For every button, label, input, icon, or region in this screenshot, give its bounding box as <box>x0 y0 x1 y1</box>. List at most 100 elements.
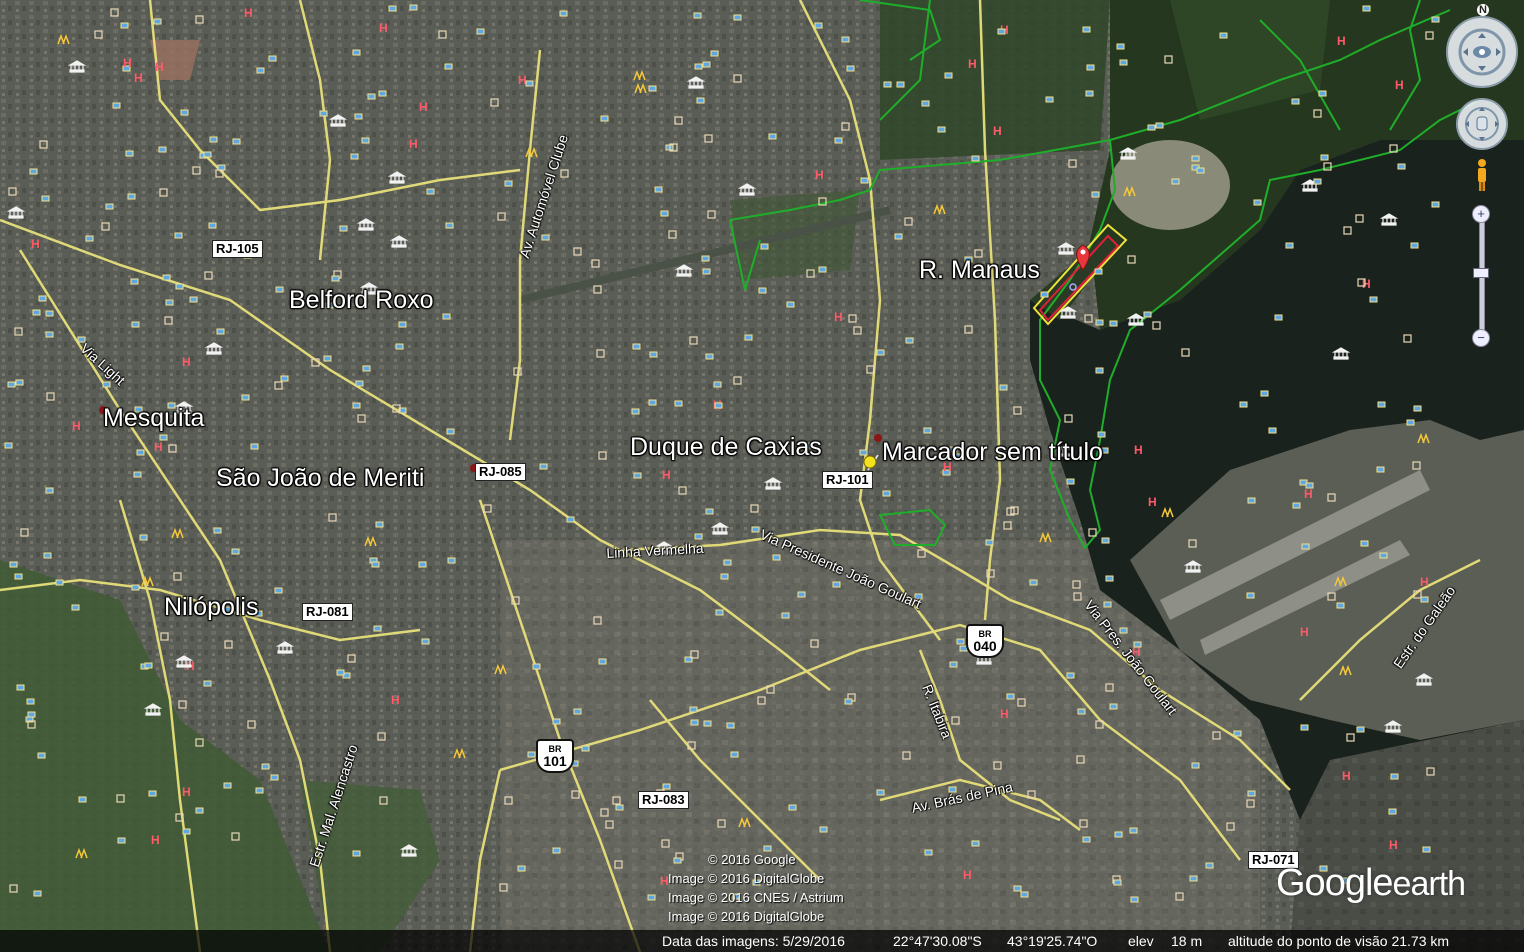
place-poi-icon[interactable] <box>231 832 240 841</box>
photo-poi-icon[interactable] <box>1369 296 1378 303</box>
photo-poi-icon[interactable] <box>694 63 703 70</box>
photo-poi-icon[interactable] <box>1013 885 1022 892</box>
photo-poi-icon[interactable] <box>223 782 232 789</box>
place-poi-icon[interactable] <box>964 325 973 334</box>
photo-poi-icon[interactable] <box>71 604 80 611</box>
place-poi-icon[interactable] <box>951 716 960 725</box>
photo-poi-icon[interactable] <box>814 22 823 29</box>
hospital-poi-icon[interactable]: H <box>1304 487 1313 501</box>
place-poi-icon[interactable] <box>560 169 569 178</box>
photo-poi-icon[interactable] <box>696 97 705 104</box>
photo-poi-icon[interactable] <box>1291 98 1300 105</box>
photo-poi-icon[interactable] <box>648 85 657 92</box>
lodging-poi-icon[interactable] <box>75 847 88 859</box>
photo-poi-icon[interactable] <box>189 296 198 303</box>
photo-poi-icon[interactable] <box>689 706 698 713</box>
hospital-poi-icon[interactable]: H <box>1389 838 1398 852</box>
photo-poi-icon[interactable] <box>633 472 642 479</box>
photo-poi-icon[interactable] <box>352 402 361 409</box>
photo-poi-icon[interactable] <box>1219 32 1228 39</box>
hospital-poi-icon[interactable]: H <box>834 310 843 324</box>
photo-poi-icon[interactable] <box>832 581 841 588</box>
photo-poi-icon[interactable] <box>27 711 36 718</box>
photo-poi-icon[interactable] <box>999 384 1008 391</box>
photo-poi-icon[interactable] <box>15 379 24 386</box>
photo-poi-icon[interactable] <box>1109 320 1118 327</box>
hospital-poi-icon[interactable]: H <box>134 71 143 85</box>
photo-poi-icon[interactable] <box>1189 875 1198 882</box>
photo-poi-icon[interactable] <box>1191 155 1200 162</box>
hospital-poi-icon[interactable]: H <box>155 60 164 74</box>
place-poi-icon[interactable] <box>678 486 687 495</box>
move-control[interactable] <box>1456 98 1508 150</box>
photo-poi-icon[interactable] <box>55 579 64 586</box>
place-poi-icon[interactable] <box>986 569 995 578</box>
institution-poi-icon[interactable] <box>737 183 757 196</box>
hospital-poi-icon[interactable]: H <box>1148 495 1157 509</box>
photo-poi-icon[interactable] <box>705 508 714 515</box>
place-poi-icon[interactable] <box>204 271 213 280</box>
hospital-poi-icon[interactable]: H <box>815 168 824 182</box>
photo-poi-icon[interactable] <box>1130 896 1139 903</box>
place-poi-icon[interactable] <box>178 700 187 709</box>
place-poi-icon[interactable] <box>704 134 713 143</box>
photo-poi-icon[interactable] <box>1129 827 1138 834</box>
hospital-poi-icon[interactable]: H <box>379 21 388 35</box>
photo-poi-icon[interactable] <box>442 313 451 320</box>
place-poi-icon[interactable] <box>357 414 366 423</box>
photo-poi-icon[interactable] <box>647 894 656 901</box>
place-poi-icon[interactable] <box>614 860 623 869</box>
place-poi-icon[interactable] <box>1175 892 1184 901</box>
photo-poi-icon[interactable] <box>355 380 364 387</box>
photo-poi-icon[interactable] <box>1413 405 1422 412</box>
photo-poi-icon[interactable] <box>797 591 806 598</box>
photo-poi-icon[interactable] <box>1091 191 1100 198</box>
hospital-poi-icon[interactable]: H <box>968 57 977 71</box>
place-poi-icon[interactable] <box>766 685 775 694</box>
photo-poi-icon[interactable] <box>14 573 23 580</box>
photo-poi-icon[interactable] <box>136 449 145 456</box>
photo-poi-icon[interactable] <box>1410 242 1419 249</box>
photo-poi-icon[interactable] <box>367 93 376 100</box>
photo-poi-icon[interactable] <box>476 28 485 35</box>
photo-poi-icon[interactable] <box>894 233 903 240</box>
hospital-poi-icon[interactable]: H <box>182 355 191 369</box>
photo-poi-icon[interactable] <box>710 50 719 57</box>
photo-poi-icon[interactable] <box>844 698 853 705</box>
place-poi-icon[interactable] <box>347 654 356 663</box>
place-poi-icon[interactable] <box>1343 226 1352 235</box>
place-poi-icon[interactable] <box>195 738 204 747</box>
place-poi-icon[interactable] <box>159 188 168 197</box>
photo-poi-icon[interactable] <box>375 521 384 528</box>
photo-poi-icon[interactable] <box>1362 5 1371 12</box>
photo-poi-icon[interactable] <box>1300 724 1309 731</box>
photo-poi-icon[interactable] <box>323 355 332 362</box>
photo-poi-icon[interactable] <box>1422 846 1431 853</box>
place-poi-icon[interactable] <box>173 572 182 581</box>
photo-poi-icon[interactable] <box>1301 543 1310 550</box>
place-poi-icon[interactable] <box>1105 683 1114 692</box>
place-poi-icon[interactable] <box>806 269 815 278</box>
institution-poi-icon[interactable] <box>1414 673 1434 686</box>
photo-poi-icon[interactable] <box>1239 401 1248 408</box>
photo-poi-icon[interactable] <box>1292 502 1301 509</box>
place-poi-icon[interactable] <box>1076 755 1085 764</box>
institution-poi-icon[interactable] <box>143 703 163 716</box>
place-poi-icon[interactable] <box>377 732 386 741</box>
hospital-poi-icon[interactable]: H <box>31 237 40 251</box>
photo-poi-icon[interactable] <box>208 222 217 229</box>
place-poi-icon[interactable] <box>1389 144 1398 153</box>
photo-poi-icon[interactable] <box>162 274 171 281</box>
photo-poi-icon[interactable] <box>45 310 54 317</box>
photo-poi-icon[interactable] <box>882 490 891 497</box>
lodging-poi-icon[interactable] <box>141 575 154 587</box>
hospital-poi-icon[interactable]: H <box>1342 769 1351 783</box>
place-poi-icon[interactable] <box>1426 767 1435 776</box>
place-poi-icon[interactable] <box>110 8 119 17</box>
place-poi-icon[interactable] <box>311 358 320 367</box>
photo-poi-icon[interactable] <box>388 5 397 12</box>
photo-poi-icon[interactable] <box>350 153 359 160</box>
photo-poi-icon[interactable] <box>1268 427 1277 434</box>
photo-poi-icon[interactable] <box>662 783 671 790</box>
place-poi-icon[interactable] <box>116 794 125 803</box>
